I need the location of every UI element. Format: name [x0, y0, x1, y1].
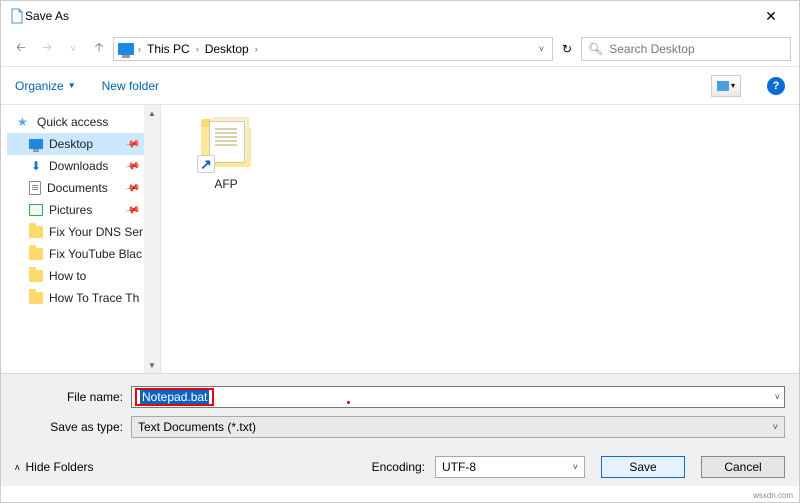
recent-dropdown[interactable]: ˅ [61, 37, 85, 61]
nav-row: 🡠 🡢 ˅ 🡡 › This PC › Desktop › ˅ ↻ 🔍︎ Sea… [1, 31, 799, 67]
tree-item-desktop[interactable]: Desktop 📌 [7, 133, 160, 155]
search-input[interactable]: 🔍︎ Search Desktop [581, 37, 791, 61]
tree-item-folder[interactable]: Fix YouTube Blac [7, 243, 160, 265]
folder-icon [29, 248, 43, 260]
filename-label: File name: [15, 390, 131, 404]
view-options-button[interactable]: ▾ [711, 75, 741, 97]
address-bar[interactable]: › This PC › Desktop › ˅ [113, 37, 553, 61]
titlebar: Save As ✕ [1, 1, 799, 31]
star-icon: ★ [17, 115, 31, 129]
chevron-up-icon: ʌ [15, 462, 20, 472]
chevron-down-icon: ˅ [573, 462, 578, 472]
up-button[interactable]: 🡡 [87, 37, 111, 61]
crumb-this-pc[interactable]: This PC [145, 42, 192, 56]
search-icon: 🔍︎ [588, 42, 603, 56]
download-icon: ⬇ [29, 159, 43, 173]
desktop-icon [29, 139, 43, 149]
close-button[interactable]: ✕ [751, 8, 791, 25]
search-placeholder: Search Desktop [609, 42, 694, 56]
document-icon [29, 181, 41, 195]
folder-icon [29, 292, 43, 304]
save-button[interactable]: Save [601, 456, 685, 478]
folder-item-afp[interactable]: ↗ AFP [181, 117, 271, 191]
back-button[interactable]: 🡠 [9, 37, 33, 61]
item-label: AFP [181, 177, 271, 191]
file-icon [9, 8, 25, 24]
pictures-icon [29, 204, 43, 216]
chevron-right-icon[interactable]: › [138, 44, 141, 54]
window-title: Save As [25, 9, 751, 23]
bottom-panel: File name: Notepad.bat ˅ Save as type: T… [1, 373, 799, 486]
tree-item-folder[interactable]: How To Trace Th [7, 287, 160, 309]
shortcut-arrow-icon: ↗ [197, 155, 215, 173]
this-pc-icon [118, 43, 134, 55]
nav-tree: ★ Quick access Desktop 📌 ⬇ Downloads 📌 D… [1, 105, 161, 373]
sidebar-scrollbar[interactable]: ▲ ▼ [144, 105, 160, 373]
chevron-right-icon[interactable]: › [196, 44, 199, 54]
pin-icon: 📌 [124, 180, 141, 196]
folder-icon [29, 270, 43, 282]
main-area: ★ Quick access Desktop 📌 ⬇ Downloads 📌 D… [1, 105, 799, 373]
address-dropdown[interactable]: ˅ [535, 44, 548, 54]
file-list[interactable]: ↗ AFP [161, 105, 799, 373]
tree-item-downloads[interactable]: ⬇ Downloads 📌 [7, 155, 160, 177]
watermark: wsxdn.com [753, 491, 793, 500]
cancel-button[interactable]: Cancel [701, 456, 785, 478]
folder-icon [29, 226, 43, 238]
new-folder-button[interactable]: New folder [102, 79, 159, 93]
tree-item-documents[interactable]: Documents 📌 [7, 177, 160, 199]
tree-item-pictures[interactable]: Pictures 📌 [7, 199, 160, 221]
chevron-down-icon: ˅ [773, 422, 778, 432]
crumb-desktop[interactable]: Desktop [203, 42, 251, 56]
picture-icon [717, 81, 729, 91]
organize-menu[interactable]: Organize ▼ [15, 79, 76, 93]
chevron-down-icon: ▾ [731, 81, 735, 90]
annotation-dot [347, 401, 350, 404]
tree-item-folder[interactable]: How to [7, 265, 160, 287]
chevron-down-icon[interactable]: ˅ [775, 392, 780, 402]
savetype-combo[interactable]: Text Documents (*.txt) ˅ [131, 416, 785, 438]
filename-input[interactable]: Notepad.bat ˅ [131, 386, 785, 408]
chevron-right-icon[interactable]: › [255, 44, 258, 54]
forward-button: 🡢 [35, 37, 59, 61]
tree-item-folder[interactable]: Fix Your DNS Ser [7, 221, 160, 243]
hide-folders-button[interactable]: ʌ Hide Folders [15, 460, 94, 474]
chevron-down-icon: ▼ [68, 81, 76, 90]
highlight-box: Notepad.bat [135, 388, 214, 406]
encoding-combo[interactable]: UTF-8 ˅ [435, 456, 585, 478]
tree-quick-access[interactable]: ★ Quick access [7, 111, 160, 133]
pin-icon: 📌 [124, 158, 141, 174]
pin-icon: 📌 [124, 202, 141, 218]
toolbar: Organize ▼ New folder ▾ ? [1, 67, 799, 105]
encoding-label: Encoding: [372, 460, 425, 474]
scroll-down-arrow[interactable]: ▼ [144, 357, 160, 373]
savetype-label: Save as type: [15, 420, 131, 434]
help-button[interactable]: ? [767, 77, 785, 95]
scroll-up-arrow[interactable]: ▲ [144, 105, 160, 121]
pin-icon: 📌 [124, 136, 141, 152]
refresh-button[interactable]: ↻ [555, 37, 579, 61]
